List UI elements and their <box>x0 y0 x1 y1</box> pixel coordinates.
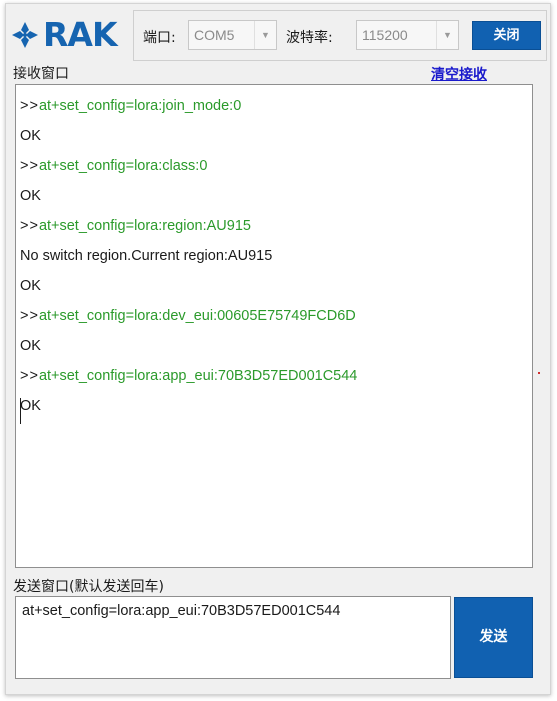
red-dot-mark <box>538 372 540 374</box>
line-text: OK <box>20 188 41 204</box>
port-select-value: COM5 <box>194 27 235 43</box>
command-prompt: >> <box>20 218 39 234</box>
response-line: No switch region.Current region:AU915 <box>20 241 357 271</box>
line-text: No switch region.Current region:AU915 <box>20 248 273 264</box>
send-input[interactable]: at+set_config=lora:app_eui:70B3D57ED001C… <box>15 596 451 679</box>
line-text: OK <box>20 128 41 144</box>
text-caret <box>20 398 21 424</box>
command-prompt: >> <box>20 308 39 324</box>
command-prompt: >> <box>20 368 39 384</box>
rak-logo: RAK <box>10 15 118 54</box>
line-text: OK <box>20 338 41 354</box>
serial-tool-window: RAK 端口: COM5 ▼ 波特率: 115200 ▼ 关闭 接收窗口 清空接… <box>5 3 551 695</box>
line-text: at+set_config=lora:class:0 <box>38 158 208 174</box>
command-prompt: >> <box>20 158 39 174</box>
command-line: >>at+set_config=lora:join_mode:0 <box>20 91 357 121</box>
chevron-down-icon[interactable]: ▼ <box>254 21 276 49</box>
logo-text: RAK <box>43 15 118 54</box>
command-line: >>at+set_config=lora:dev_eui:00605E75749… <box>20 301 357 331</box>
line-text: at+set_config=lora:join_mode:0 <box>38 98 242 114</box>
response-line: OK <box>20 331 357 361</box>
response-line: OK <box>20 271 357 301</box>
line-text: at+set_config=lora:app_eui:70B3D57ED001C… <box>38 368 358 384</box>
response-line: OK <box>20 181 357 211</box>
baud-label: 波特率: <box>286 30 333 46</box>
command-line: >>at+set_config=lora:class:0 <box>20 151 357 181</box>
line-text: at+set_config=lora:dev_eui:00605E75749FC… <box>38 308 356 324</box>
receive-title: 接收窗口 <box>13 66 69 82</box>
line-text: at+set_config=lora:region:AU915 <box>38 218 251 234</box>
send-button[interactable]: 发送 <box>454 597 533 678</box>
connection-settings: 端口: COM5 ▼ 波特率: 115200 ▼ 关闭 <box>133 10 547 61</box>
line-text: OK <box>20 278 41 294</box>
baud-select-value: 115200 <box>362 27 408 43</box>
port-select[interactable]: COM5 ▼ <box>188 20 277 50</box>
receive-lines: >>at+set_config=lora:join_mode:0 OK >>at+s… <box>20 91 357 421</box>
command-prompt: >> <box>20 98 39 114</box>
response-line: OK <box>20 391 357 421</box>
receive-textarea[interactable]: >>at+set_config=lora:join_mode:0 OK >>at+s… <box>15 84 540 568</box>
clear-receive-link[interactable]: 清空接收 <box>431 64 487 84</box>
chevron-down-icon[interactable]: ▼ <box>436 21 458 49</box>
command-line: >>at+set_config=lora:region:AU915 <box>20 211 357 241</box>
send-title: 发送窗口(默认发送回车) <box>13 579 164 595</box>
baud-select[interactable]: 115200 ▼ <box>356 20 459 50</box>
line-text: OK <box>20 398 41 414</box>
rak-logo-icon <box>12 21 38 48</box>
close-port-button[interactable]: 关闭 <box>472 21 541 50</box>
command-line: >>at+set_config=lora:app_eui:70B3D57ED00… <box>20 361 357 391</box>
port-label: 端口: <box>143 30 176 46</box>
response-line: OK <box>20 121 357 151</box>
